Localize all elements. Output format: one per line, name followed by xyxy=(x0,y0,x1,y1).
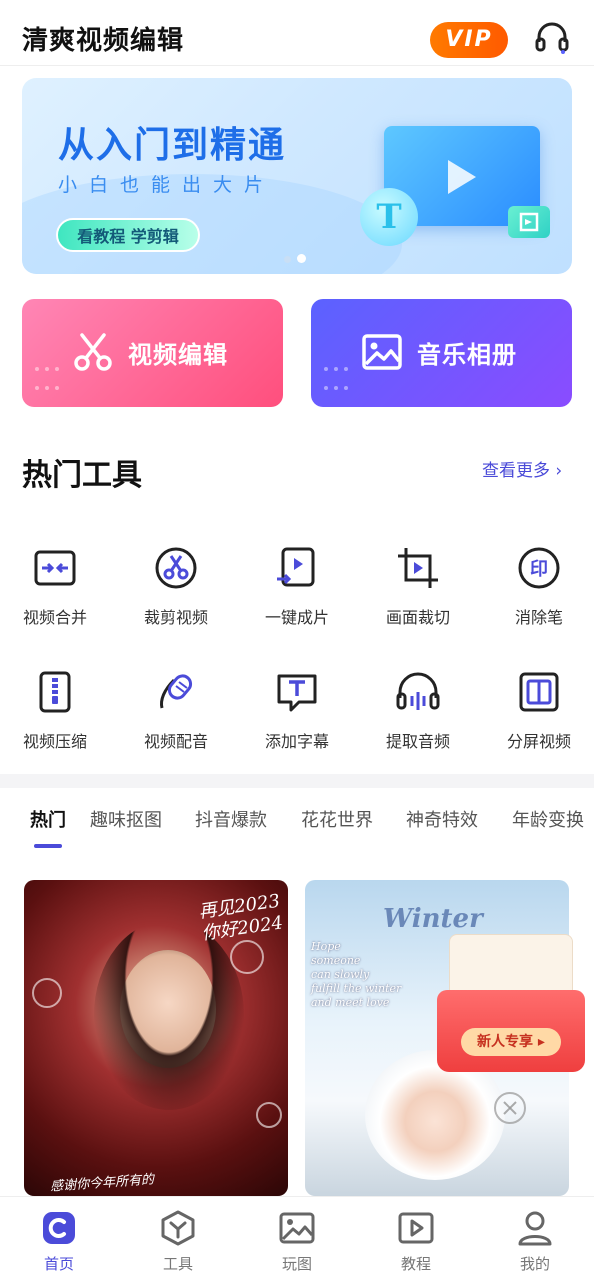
chevron-right-icon: › xyxy=(555,461,563,481)
eraser-icon: 印 xyxy=(517,546,561,590)
category-tabs: 热门 趣味抠图 抖音爆款 花花世界 神奇特效 年龄变换 xyxy=(0,806,594,856)
tool-crop[interactable]: 画面裁切 xyxy=(358,546,478,628)
profile-icon xyxy=(516,1209,554,1247)
tool-label: 画面裁切 xyxy=(385,608,450,627)
hot-tools-title: 热门工具 xyxy=(22,458,142,493)
bottom-nav: 首页 工具 玩图 教程 我的 xyxy=(0,1196,594,1280)
handwriting-greeting: 再见2023 你好2024 xyxy=(197,890,285,945)
nav-tutorial[interactable]: 教程 xyxy=(357,1209,475,1274)
play-icon xyxy=(448,160,476,194)
bubble-decoration xyxy=(256,1102,282,1128)
banner-title: 从入门到精通 xyxy=(58,125,287,166)
subtitle-icon xyxy=(275,670,319,714)
svg-text:印: 印 xyxy=(530,559,548,580)
crop-icon xyxy=(396,546,440,590)
tool-split-screen[interactable]: 分屏视频 xyxy=(479,670,594,752)
close-icon[interactable] xyxy=(494,1092,526,1124)
handwriting-caption: 感谢你今年所有的 xyxy=(49,1172,155,1195)
tool-extract-audio[interactable]: 提取音频 xyxy=(358,670,478,752)
music-album-card[interactable]: 音乐相册 xyxy=(311,299,572,407)
tool-label: 添加字幕 xyxy=(264,732,329,751)
nav-home[interactable]: 首页 xyxy=(0,1209,118,1274)
tab-flower-world[interactable]: 花花世界 xyxy=(301,806,373,832)
banner-pager xyxy=(284,248,312,267)
new-user-button[interactable]: 新人专享 ▸ xyxy=(461,1028,561,1056)
tool-video-merge[interactable]: 视频合并 xyxy=(0,546,115,628)
feed-card[interactable]: 再见2023 你好2024 感谢你今年所有的 xyxy=(24,880,288,1196)
scissors-icon xyxy=(72,331,114,373)
nav-profile[interactable]: 我的 xyxy=(476,1209,594,1274)
hair-shape xyxy=(94,920,244,1110)
handwriting-poem: Hope someone can slowly fulfill the wint… xyxy=(311,940,402,1009)
view-more-link[interactable]: 查看更多 › xyxy=(482,456,562,481)
nav-tools[interactable]: 工具 xyxy=(119,1209,237,1274)
tool-cut-video[interactable]: 裁剪视频 xyxy=(116,546,236,628)
headset-icon[interactable] xyxy=(534,22,570,54)
new-user-envelope[interactable]: 新人专享 ▸ xyxy=(437,930,585,1072)
text-t-icon: T xyxy=(360,188,418,246)
split-screen-icon xyxy=(517,670,561,714)
view-more-label: 查看更多 xyxy=(482,461,550,481)
tool-label: 提取音频 xyxy=(385,732,450,751)
merge-icon xyxy=(33,546,77,590)
card-dots-decoration xyxy=(32,359,62,397)
app-header: 清爽视频编辑 VIP xyxy=(0,0,594,66)
tab-fun-cutout[interactable]: 趣味抠图 xyxy=(90,806,162,832)
app-title: 清爽视频编辑 xyxy=(22,26,185,56)
tool-label: 分屏视频 xyxy=(506,732,571,751)
tab-age-change[interactable]: 年龄变换 xyxy=(512,806,584,832)
one-click-video-icon xyxy=(275,546,319,590)
tool-label: 一键成片 xyxy=(264,608,329,627)
nav-label: 玩图 xyxy=(281,1255,312,1273)
video-edit-card[interactable]: 视频编辑 xyxy=(22,299,283,407)
tool-label: 消除笔 xyxy=(514,608,563,627)
tool-add-subtitle[interactable]: 添加字幕 xyxy=(237,670,357,752)
tool-eraser[interactable]: 印 消除笔 xyxy=(479,546,594,628)
pager-dot xyxy=(284,256,291,263)
tool-label: 视频配音 xyxy=(143,732,208,751)
voiceover-icon xyxy=(154,670,198,714)
tool-one-click-video[interactable]: 一键成片 xyxy=(237,546,357,628)
pager-dot-active xyxy=(297,254,306,263)
crop-badge-icon xyxy=(508,206,550,238)
nav-label: 我的 xyxy=(519,1255,550,1273)
image-icon xyxy=(361,331,403,373)
card-dots-decoration xyxy=(321,359,351,397)
tab-hot[interactable]: 热门 xyxy=(30,806,66,832)
bubble-decoration xyxy=(230,940,264,974)
nav-label: 工具 xyxy=(162,1255,193,1273)
tool-label: 视频合并 xyxy=(22,608,87,627)
music-album-label: 音乐相册 xyxy=(417,341,517,369)
home-icon xyxy=(40,1209,78,1247)
active-tab-indicator xyxy=(34,844,62,848)
nav-label: 首页 xyxy=(43,1255,74,1273)
section-divider xyxy=(0,774,594,788)
photo-icon xyxy=(278,1209,316,1247)
video-edit-label: 视频编辑 xyxy=(128,341,228,369)
tutorial-icon xyxy=(397,1209,435,1247)
cut-video-icon xyxy=(154,546,198,590)
extract-audio-icon xyxy=(396,670,440,714)
banner-subtitle: 小白也能出大片 xyxy=(58,174,276,196)
tutorial-banner[interactable]: 从入门到精通 小白也能出大片 看教程 学剪辑 T xyxy=(22,78,572,274)
vip-button[interactable]: VIP xyxy=(430,22,508,58)
tab-douyin-hits[interactable]: 抖音爆款 xyxy=(195,806,267,832)
tab-magic-effects[interactable]: 神奇特效 xyxy=(406,806,478,832)
nav-photo[interactable]: 玩图 xyxy=(238,1209,356,1274)
banner-tutorial-button[interactable]: 看教程 学剪辑 xyxy=(56,218,200,252)
tools-icon xyxy=(159,1209,197,1247)
tool-video-compress[interactable]: 视频压缩 xyxy=(0,670,115,752)
bubble-decoration xyxy=(32,978,62,1008)
nav-label: 教程 xyxy=(400,1255,431,1273)
tool-label: 裁剪视频 xyxy=(143,608,208,627)
tool-label: 视频压缩 xyxy=(22,732,87,751)
tool-voiceover[interactable]: 视频配音 xyxy=(116,670,236,752)
compress-icon xyxy=(33,670,77,714)
